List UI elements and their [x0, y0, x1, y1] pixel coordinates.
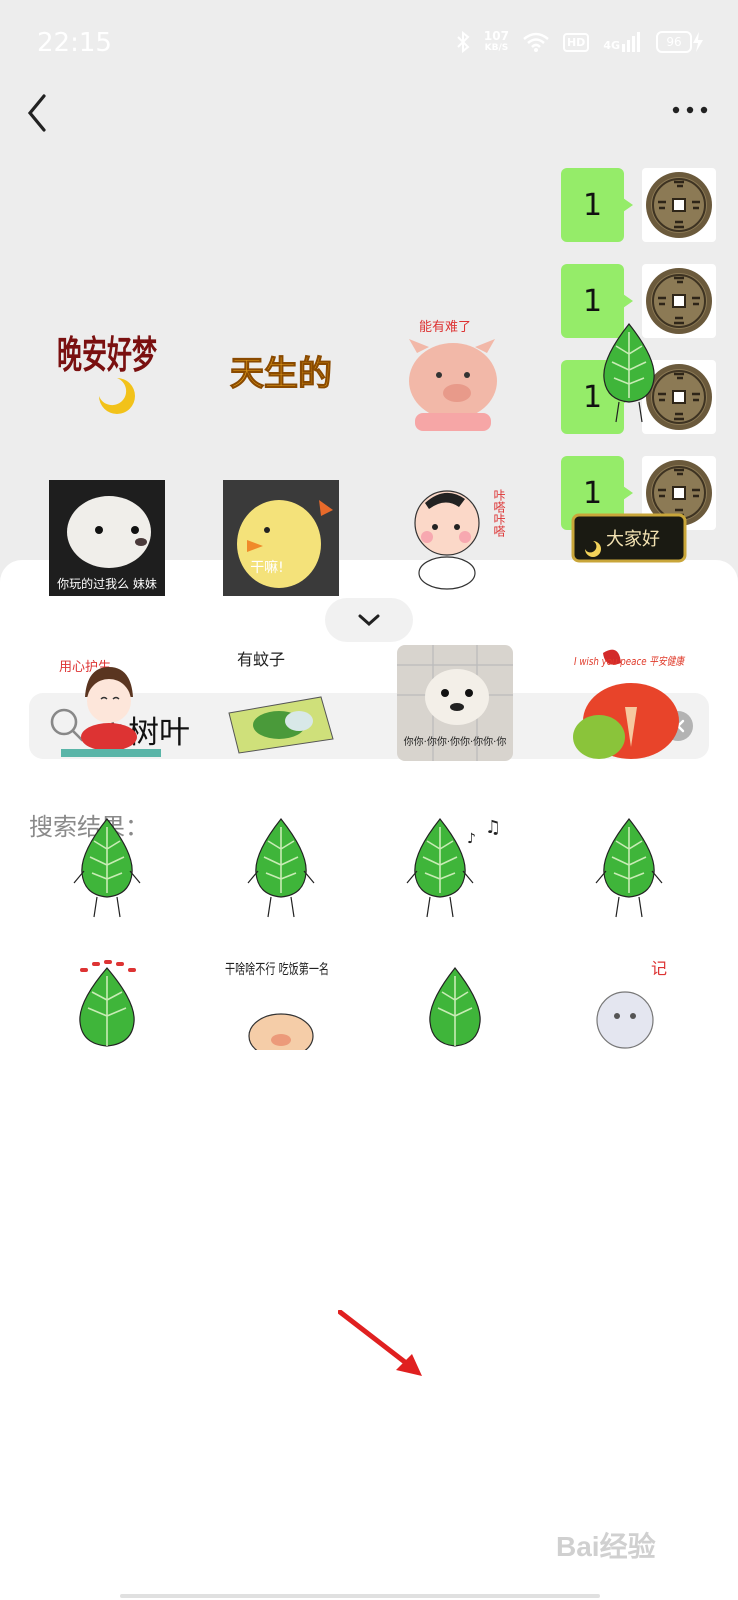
svg-text:你玩的过我么 妹妹: 你玩的过我么 妹妹 — [57, 576, 157, 591]
sticker-item[interactable] — [20, 785, 194, 950]
chick-plush-sticker: 干嘛! — [223, 479, 339, 596]
sticker-item[interactable]: I wish you peace 平安健康 — [542, 620, 716, 785]
singing-leaf-sticker: ♫ ♪ — [406, 817, 501, 917]
hd-badge: HD — [562, 32, 590, 52]
leaf-sticker — [603, 322, 655, 422]
svg-text:你你·你你·你你·你你·你: 你你·你你·你你·你你·你 — [404, 735, 507, 748]
pig-sticker: 能有难了 — [409, 320, 497, 431]
leaf-sticker — [247, 817, 315, 917]
sticker-item[interactable]: 记 — [542, 950, 716, 1115]
svg-text:干嘛!: 干嘛! — [250, 560, 284, 576]
mosquito-sticker: 有蚊子 — [228, 650, 334, 754]
svg-text:有蚊子: 有蚊子 — [237, 650, 285, 669]
leaf-sticker — [429, 967, 481, 1047]
sticker-grid: 晚安好梦 天生的 能有难了 你玩的过我么 妹妹 干嘛! 咔嗒咔嗒 大家好 用心护… — [20, 290, 720, 1115]
chat-header — [0, 88, 738, 152]
baby-cartoon-sticker: 咔嗒咔嗒 — [414, 488, 506, 590]
dog-photo-sticker: 你玩的过我么 妹妹 — [49, 479, 165, 596]
svg-text:晚安好梦: 晚安好梦 — [57, 333, 157, 377]
sticker-item[interactable] — [542, 290, 716, 455]
svg-text:干啥啥不行 吃饭第一名: 干啥啥不行 吃饭第一名 — [225, 961, 329, 978]
svg-text:I wish you peace 平安健康: I wish you peace 平安健康 — [574, 655, 686, 668]
status-time: 22:15 — [37, 28, 112, 58]
good-night-sticker: 晚安好梦 — [57, 333, 157, 414]
sticker-item[interactable]: 有蚊子 — [194, 620, 368, 785]
sticker-item[interactable]: 用心护生 — [20, 620, 194, 785]
coin-avatar-icon — [646, 172, 712, 238]
message-bubble[interactable]: 1 — [561, 168, 633, 242]
pig-sticker: 干啥啥不行 吃饭第一名 — [225, 961, 329, 1050]
battery-level: 96 — [656, 31, 692, 53]
peace-apple-sticker: I wish you peace 平安健康 — [573, 649, 686, 759]
watermark: Bai经验 — [556, 1531, 656, 1562]
status-icons: 107 KB/S HD 4G 96 — [456, 30, 704, 54]
sticker-item[interactable]: 你玩的过我么 妹妹 — [20, 455, 194, 620]
sticker-item[interactable] — [542, 785, 716, 950]
sticker-item[interactable]: 能有难了 — [368, 290, 542, 455]
svg-text:能有难了: 能有难了 — [419, 320, 471, 335]
message-row: 1 — [561, 168, 716, 242]
annotation-arrow-icon — [338, 1310, 422, 1376]
hello-everyone-sticker: 大家好 — [571, 513, 687, 562]
svg-text:天生的: 天生的 — [230, 354, 332, 394]
sticker-item[interactable]: 你你·你你·你你·你你·你 — [368, 620, 542, 785]
sticker-item[interactable]: 大家好 — [542, 455, 716, 620]
nurse-girl-sticker: 用心护生 — [59, 660, 161, 757]
leaf-sticker — [595, 817, 663, 917]
wifi-icon — [523, 32, 549, 52]
sticker-item[interactable] — [368, 950, 542, 1115]
sticker-item[interactable]: 晚安好梦 — [20, 290, 194, 455]
back-arrow-icon[interactable] — [22, 92, 52, 134]
sticker-item-highlighted[interactable]: ♫ ♪ — [368, 785, 542, 950]
signal-icon — [622, 32, 640, 52]
svg-text:咔嗒咔嗒: 咔嗒咔嗒 — [492, 488, 506, 537]
sticker-item[interactable] — [194, 785, 368, 950]
home-indicator — [120, 1594, 600, 1598]
sticker-item[interactable]: 干啥啥不行 吃饭第一名 — [194, 950, 368, 1115]
battery-indicator: 96 — [656, 31, 704, 53]
svg-text:♫: ♫ — [485, 817, 501, 838]
sticker-item[interactable] — [20, 950, 194, 1115]
svg-text:♪: ♪ — [467, 831, 476, 847]
sticker-item[interactable]: 天生的 — [194, 290, 368, 455]
sticker-item[interactable]: 咔嗒咔嗒 — [368, 455, 542, 620]
tiansheng-text-sticker: 天生的 — [230, 353, 333, 394]
svg-text:大家好: 大家好 — [606, 529, 660, 550]
network-speed: 107 KB/S — [483, 29, 509, 53]
charging-icon — [693, 32, 703, 52]
signal-indicator: 4G — [603, 32, 642, 52]
status-bar: 22:15 107 KB/S HD 4G 96 — [0, 0, 738, 88]
cartoon-ghost-sticker: 记 — [596, 959, 667, 1049]
leaf-sticker — [79, 960, 136, 1047]
avatar[interactable] — [642, 168, 716, 242]
bluetooth-icon — [457, 31, 470, 53]
sticker-item[interactable]: 干嘛! — [194, 455, 368, 620]
more-options-icon[interactable] — [670, 100, 710, 120]
bulldog-photo-sticker: 你你·你你·你你·你你·你 — [397, 644, 513, 761]
leaf-sticker — [73, 817, 141, 917]
svg-text:记: 记 — [651, 959, 667, 978]
